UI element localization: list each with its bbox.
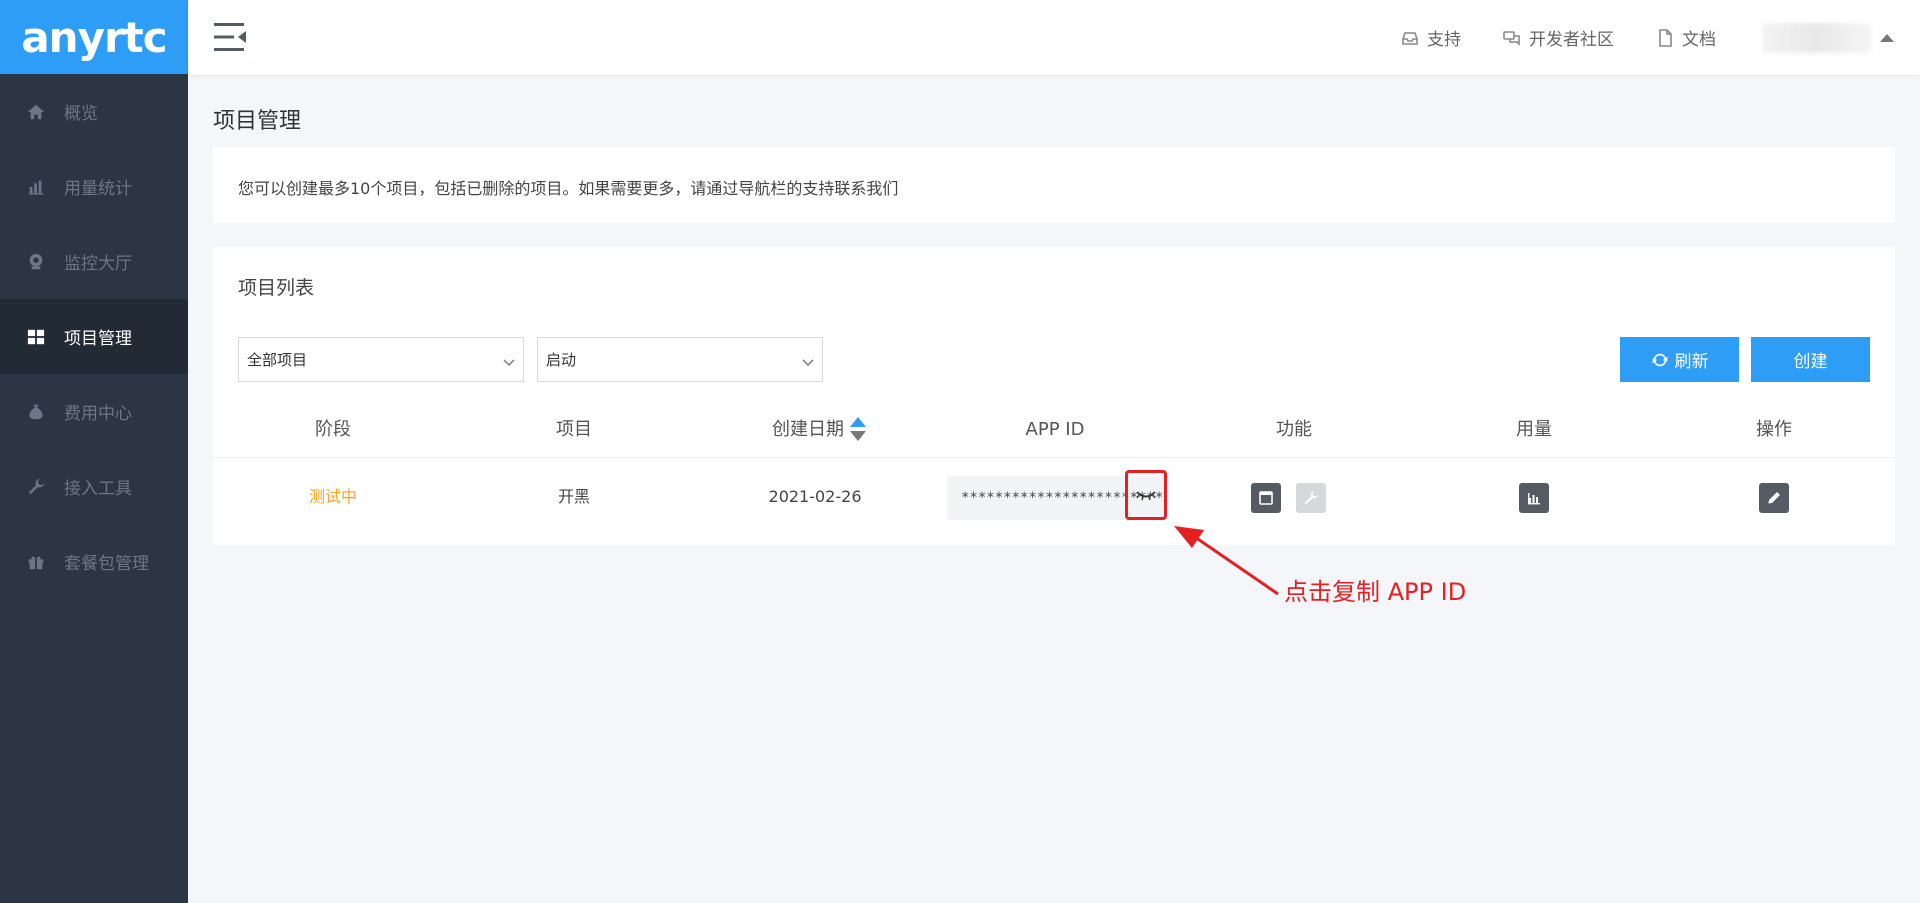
project-list-card: 项目列表 全部项目 启动 刷新 创建 阶段 项目 创建日期 APP ID 功能 … [213,247,1895,545]
sort-icon[interactable] [850,417,866,443]
document-icon [1656,28,1674,47]
logo-text: anyrtc [21,12,167,62]
wrench-icon [26,477,46,497]
docs-link[interactable]: 文档 [1656,25,1716,50]
column-header-features: 功能 [1276,419,1312,440]
annotation-label: 点击复制 APP ID [1284,578,1467,606]
sidebar-item-tools[interactable]: 接入工具 [0,449,188,524]
table-row: 测试中 开黑 2021-02-26 **********************… [213,459,1895,543]
support-label: 支持 [1427,30,1461,50]
sidebar-item-label: 用量统计 [64,179,132,199]
sidebar-item-packages[interactable]: 套餐包管理 [0,524,188,599]
usage-chart-button[interactable] [1519,483,1549,513]
chat-icon [1503,29,1521,47]
sidebar-item-label: 接入工具 [64,479,132,499]
webcam-icon [26,252,46,272]
refresh-button[interactable]: 刷新 [1620,337,1739,382]
notice-banner: 您可以创建最多10个项目，包括已删除的项目。如果需要更多，请通过导航栏的支持联系… [213,147,1895,223]
support-icon [1401,29,1419,47]
logo[interactable]: anyrtc [0,0,188,74]
refresh-icon [1651,353,1668,366]
avatar[interactable] [1762,22,1872,53]
top-header: 支持 开发者社区 文档 [188,0,1920,75]
scope-select[interactable]: 全部项目 [238,337,524,382]
sidebar-item-monitor[interactable]: 监控大厅 [0,224,188,299]
create-button[interactable]: 创建 [1751,337,1870,382]
sidebar: anyrtc 概览 用量统计 监控大厅 项目管理 费用中心 接入工具 套餐包管理 [0,0,188,903]
card-title: 项目列表 [238,277,315,299]
community-link[interactable]: 开发者社区 [1503,25,1614,50]
sidebar-item-label: 概览 [64,104,98,124]
column-header-created[interactable]: 创建日期 [772,402,866,458]
sidebar-item-label: 套餐包管理 [64,554,149,574]
created-cell: 2021-02-26 [768,487,862,506]
docs-label: 文档 [1682,30,1716,50]
column-header-project: 项目 [556,419,592,440]
wrench-icon [1304,491,1318,505]
community-label: 开发者社区 [1529,30,1614,50]
window-icon [1259,491,1273,505]
money-bag-icon [26,402,46,422]
pencil-icon [1768,492,1780,504]
feature-config-button[interactable] [1296,483,1326,513]
header-links: 支持 开发者社区 文档 [1359,0,1894,75]
page-title: 项目管理 [213,109,302,134]
chevron-down-icon [802,354,814,366]
status-select[interactable]: 启动 [537,337,823,382]
feature-console-button[interactable] [1251,483,1281,513]
create-label: 创建 [1793,352,1828,371]
bar-chart-icon [26,177,46,197]
main-content: 项目管理 您可以创建最多10个项目，包括已删除的项目。如果需要更多，请通过导航栏… [188,75,1920,903]
sidebar-item-billing[interactable]: 费用中心 [0,374,188,449]
bar-chart-icon [1528,493,1540,505]
gift-icon [26,552,46,572]
home-icon [26,102,46,122]
sidebar-item-label: 监控大厅 [64,254,132,274]
support-link[interactable]: 支持 [1401,25,1461,50]
column-header-appid: APP ID [1025,419,1085,440]
refresh-label: 刷新 [1674,352,1709,371]
sidebar-item-projects[interactable]: 项目管理 [0,299,188,374]
sidebar-item-usage-stats[interactable]: 用量统计 [0,149,188,224]
column-header-stage: 阶段 [315,419,351,440]
sidebar-item-label: 项目管理 [64,329,132,349]
grid-icon [26,327,46,347]
caret-up-icon[interactable] [1880,33,1894,42]
sidebar-item-label: 费用中心 [64,404,132,424]
edit-button[interactable] [1759,483,1789,513]
scope-select-value: 全部项目 [247,351,308,369]
table-header: 阶段 项目 创建日期 APP ID 功能 用量 操作 [213,402,1895,458]
column-header-actions: 操作 [1756,419,1792,440]
sidebar-nav: 概览 用量统计 监控大厅 项目管理 费用中心 接入工具 套餐包管理 [0,74,188,599]
column-header-created-label: 创建日期 [772,419,844,440]
column-header-usage: 用量 [1516,419,1552,440]
status-select-value: 启动 [546,351,577,369]
chevron-down-icon [503,354,515,366]
copy-appid-button[interactable] [1125,470,1167,520]
eye-closed-icon [1136,491,1156,501]
sidebar-item-overview[interactable]: 概览 [0,74,188,149]
menu-collapse-icon[interactable] [212,20,248,54]
project-cell: 开黑 [557,487,591,506]
stage-cell: 测试中 [308,487,358,506]
